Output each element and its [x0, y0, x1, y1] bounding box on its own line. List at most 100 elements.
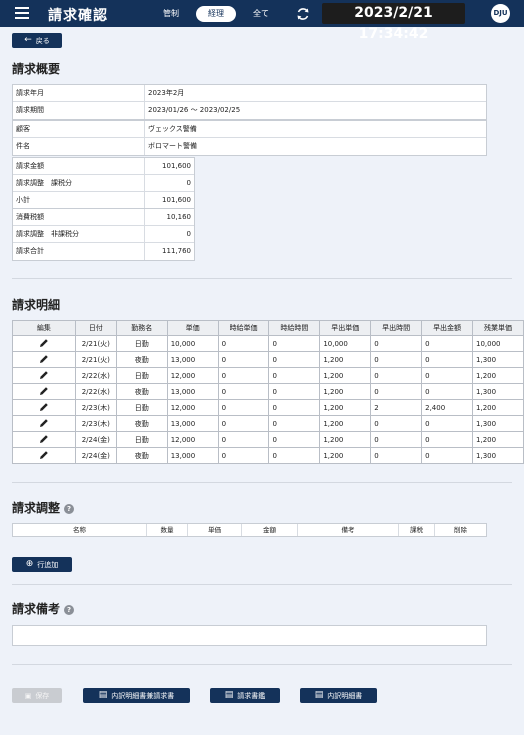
avatar[interactable]: DJU [491, 4, 510, 23]
cell-early-amount: 0 [421, 351, 474, 368]
edit-cell [12, 335, 76, 352]
pencil-icon[interactable] [39, 450, 49, 460]
value-adjustment-nontaxable: 0 [186, 230, 191, 238]
totals-table: 消費税額 10,160 請求調整 非課税分 0 請求合計 111,760 [12, 208, 195, 261]
col-amount: 金額 [242, 524, 298, 536]
add-row-button[interactable]: ⊕ 行追加 [12, 557, 72, 572]
adjustment-table-header: 名称 数量 単価 金額 備考 課税 削除 [12, 523, 487, 537]
tab-accounting[interactable]: 経理 [196, 6, 236, 22]
pencil-icon[interactable] [39, 338, 49, 348]
table-row: 請求調整 非課税分 0 [13, 226, 194, 243]
notes-title-text: 請求備考 [12, 602, 61, 616]
refresh-icon[interactable] [295, 6, 311, 22]
cell-hourly-rate: 0 [217, 415, 270, 432]
edit-cell [12, 399, 76, 416]
document-icon: ▤ [98, 690, 108, 700]
cell-unit-price: 12,000 [166, 431, 219, 448]
back-button[interactable]: ← 戻る [12, 33, 62, 48]
help-icon[interactable]: ? [64, 503, 75, 514]
cell-early-rate: 1,200 [319, 447, 372, 464]
cell-unit-price: 10,000 [166, 335, 219, 352]
col-shift: 勤務名 [115, 320, 168, 336]
divider [12, 278, 512, 279]
invoice-button[interactable]: ▤ 請求書鑑 [210, 688, 280, 703]
cell-hourly-rate: 0 [217, 367, 270, 384]
overview-title: 請求概要 [12, 62, 61, 76]
cell-shift: 夜勤 [115, 447, 168, 464]
top-bar: 請求確認 管制 経理 全て 2023/2/21 17:34:42 DJU [0, 0, 524, 42]
cell-unit-price: 13,000 [166, 351, 219, 368]
col-date: 日付 [74, 320, 117, 336]
cell-early-hours: 0 [370, 383, 423, 400]
plus-circle-icon: ⊕ [25, 559, 34, 569]
cell-early-rate: 1,200 [319, 431, 372, 448]
cell-early-hours: 0 [370, 351, 423, 368]
notes-title: 請求備考? [12, 600, 75, 617]
cell-date: 2/21(火) [74, 335, 117, 352]
help-icon[interactable]: ? [64, 604, 75, 615]
cell-hourly-rate: 0 [217, 431, 270, 448]
edit-cell [12, 383, 76, 400]
tab-all[interactable]: 全て [247, 6, 275, 22]
datetime-display: 2023/2/21 17:34:42 [322, 3, 465, 42]
cell-early-amount: 2,400 [421, 399, 474, 416]
table-row: 2/22(水) 夜勤 13,000 0 0 1,200 0 0 1,300 [12, 383, 524, 400]
combined-statement-label: 内訳明細書兼請求書 [111, 691, 175, 700]
pencil-icon[interactable] [39, 386, 49, 396]
cell-date: 2/23(木) [74, 415, 117, 432]
pencil-icon[interactable] [39, 434, 49, 444]
cell-early-amount: 0 [421, 415, 474, 432]
cell-early-amount: 0 [421, 335, 474, 352]
table-row: 顧客 ヴェックス警備 [13, 121, 486, 138]
label-billing-period: 請求期間 [13, 102, 145, 119]
billing-period-table: 請求年月 2023年2月 請求期間 2023/01/26 〜 2023/02/2… [12, 84, 487, 120]
cell-hourly-hours: 0 [268, 351, 321, 368]
cell-date: 2/22(水) [74, 383, 117, 400]
table-row: 小計 101,600 [13, 192, 194, 209]
breakdown-button-label: 内訳明細書 [327, 691, 363, 700]
cell-date: 2/21(火) [74, 351, 117, 368]
value-subtotal: 101,600 [162, 196, 191, 204]
label-consumption-tax: 消費税額 [13, 209, 145, 225]
cell-shift: 夜勤 [115, 415, 168, 432]
menu-icon[interactable] [15, 7, 29, 19]
value-billing-month: 2023年2月 [148, 89, 185, 97]
cell-early-rate: 10,000 [319, 335, 372, 352]
label-adjustment-nontaxable: 請求調整 非課税分 [13, 226, 145, 242]
notes-input[interactable] [12, 625, 487, 646]
cell-hourly-hours: 0 [268, 399, 321, 416]
adjustment-title: 請求調整? [12, 499, 75, 516]
pencil-icon[interactable] [39, 370, 49, 380]
cell-hourly-hours: 0 [268, 335, 321, 352]
col-early-hours: 早出時間 [370, 320, 423, 336]
details-title: 請求明細 [12, 298, 61, 312]
divider [12, 482, 512, 483]
cell-early-amount: 0 [421, 383, 474, 400]
cell-early-rate: 1,200 [319, 383, 372, 400]
cell-early-hours: 0 [370, 415, 423, 432]
combined-statement-button[interactable]: ▤ 内訳明細書兼請求書 [83, 688, 190, 703]
col-hourly-hours: 時給時間 [268, 320, 321, 336]
add-row-button-label: 行追加 [37, 560, 59, 569]
pencil-icon[interactable] [39, 418, 49, 428]
cell-hourly-hours: 0 [268, 431, 321, 448]
tab-control[interactable]: 管制 [155, 6, 187, 22]
customer-table: 顧客 ヴェックス警備 件名 ボロマート警備 [12, 120, 487, 156]
label-subtotal: 小計 [13, 192, 145, 209]
cell-hourly-hours: 0 [268, 415, 321, 432]
cell-early-hours: 0 [370, 367, 423, 384]
save-button[interactable]: ▣ 保存 [12, 688, 62, 703]
cell-early-amount: 0 [421, 367, 474, 384]
cell-early-rate: 1,200 [319, 399, 372, 416]
pencil-icon[interactable] [39, 402, 49, 412]
invoice-button-label: 請求書鑑 [237, 691, 266, 700]
table-row: 2/21(火) 日勤 10,000 0 0 10,000 0 0 10,000 [12, 335, 524, 352]
col-taxable: 課税 [399, 524, 435, 536]
table-row: 請求年月 2023年2月 [13, 85, 486, 102]
breakdown-button[interactable]: ▤ 内訳明細書 [300, 688, 377, 703]
edit-cell [12, 447, 76, 464]
pencil-icon[interactable] [39, 354, 49, 364]
col-overtime-rate: 残業単価 [472, 320, 524, 336]
value-subject: ボロマート警備 [148, 142, 197, 150]
col-early-amount: 早出金額 [421, 320, 474, 336]
